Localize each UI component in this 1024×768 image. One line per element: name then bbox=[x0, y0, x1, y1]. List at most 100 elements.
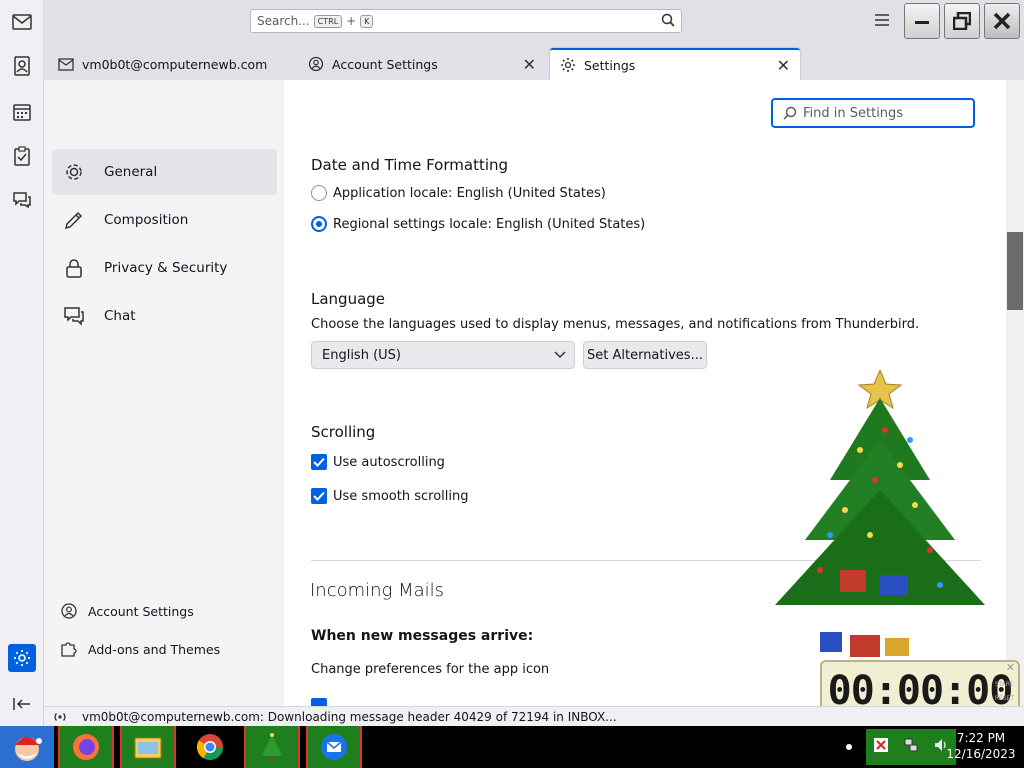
restore-button[interactable] bbox=[944, 3, 980, 39]
sidebar-item-composition[interactable]: Composition bbox=[52, 197, 277, 243]
shortcut-k: K bbox=[360, 14, 374, 28]
tab-account-settings[interactable]: Account Settings ✕ bbox=[298, 48, 546, 80]
firefox-taskbar-button[interactable] bbox=[58, 726, 114, 768]
global-search-input[interactable]: Search... CTRL + K bbox=[250, 9, 682, 33]
language-selected-value: English (US) bbox=[322, 347, 401, 363]
scrolling-heading: Scrolling bbox=[311, 423, 376, 441]
timer-side-labels: START RESET bbox=[995, 678, 1014, 706]
shortcut-plus: + bbox=[346, 14, 357, 28]
lock-icon bbox=[62, 256, 86, 280]
puzzle-icon bbox=[60, 640, 78, 658]
sidebar-item-general[interactable]: General bbox=[52, 149, 277, 195]
search-icon bbox=[661, 13, 675, 30]
thunderbird-taskbar-button[interactable] bbox=[306, 726, 362, 768]
collapse-toolbar-icon[interactable] bbox=[8, 690, 36, 718]
file-explorer-taskbar-button[interactable] bbox=[120, 726, 176, 768]
sidebar-link-account-settings[interactable]: Account Settings bbox=[60, 602, 194, 620]
language-heading: Language bbox=[311, 290, 386, 308]
tab-label: Settings bbox=[584, 57, 636, 73]
account-settings-icon bbox=[60, 602, 78, 620]
sidebar-item-label: Chat bbox=[104, 308, 136, 324]
title-bar: Search... CTRL + K bbox=[44, 0, 1024, 44]
address-book-icon[interactable] bbox=[8, 52, 36, 80]
sidebar-link-label: Add-ons and Themes bbox=[88, 641, 221, 657]
new-messages-heading: When new messages arrive: bbox=[311, 628, 534, 644]
app-icon-preferences-text: Change preferences for the app icon bbox=[311, 662, 550, 677]
date-time-heading: Date and Time Formatting bbox=[311, 156, 509, 174]
sidebar-item-label: General bbox=[104, 164, 158, 180]
clock-date: 12/16/2023 bbox=[946, 747, 1016, 761]
settings-sidebar: General Composition Privacy & Security C… bbox=[44, 80, 284, 706]
mail-folder-icon bbox=[58, 57, 74, 71]
account-settings-icon bbox=[308, 56, 324, 72]
scrollbar-thumb[interactable] bbox=[1007, 232, 1023, 310]
app-menu-icon[interactable] bbox=[870, 10, 894, 34]
pencil-icon bbox=[62, 208, 86, 232]
tab-mail[interactable]: vm0b0t@computernewb.com bbox=[48, 48, 288, 80]
radio-regional-locale[interactable]: Regional settings locale: English (Unite… bbox=[311, 216, 645, 232]
checkbox-checked[interactable] bbox=[311, 488, 327, 504]
incoming-mails-heading: Incoming Mails bbox=[310, 580, 445, 601]
taskbar: 7:22 PM 12/16/2023 bbox=[0, 726, 1024, 768]
tab-settings[interactable]: Settings ✕ bbox=[550, 48, 800, 80]
find-in-settings-input[interactable]: Find in Settings bbox=[771, 98, 975, 128]
checkbox-smooth-scrolling[interactable]: Use smooth scrolling bbox=[311, 488, 469, 504]
tasks-icon[interactable] bbox=[8, 142, 36, 170]
find-placeholder: Find in Settings bbox=[803, 105, 904, 121]
tab-bar: vm0b0t@computernewb.com Account Settings… bbox=[44, 44, 1024, 80]
radio-label: Regional settings locale: English (Unite… bbox=[333, 216, 646, 232]
timer-start-label: START bbox=[994, 681, 1014, 688]
radio-label: Application locale: English (United Stat… bbox=[333, 185, 606, 201]
radio-button[interactable] bbox=[311, 185, 327, 201]
tab-label: vm0b0t@computernewb.com bbox=[82, 56, 268, 72]
radio-application-locale[interactable]: Application locale: English (United Stat… bbox=[311, 185, 606, 201]
radio-button-selected[interactable] bbox=[311, 216, 327, 232]
activity-icon bbox=[52, 711, 68, 723]
chat-icon[interactable] bbox=[8, 186, 36, 214]
start-button[interactable] bbox=[0, 726, 54, 768]
sidebar-item-privacy-security[interactable]: Privacy & Security bbox=[52, 245, 277, 291]
set-alternatives-button[interactable]: Set Alternatives... bbox=[583, 341, 707, 369]
checkbox-checked[interactable] bbox=[311, 698, 327, 706]
chat-icon bbox=[62, 304, 86, 328]
network-icon[interactable] bbox=[903, 737, 919, 757]
sidebar-link-addons-themes[interactable]: Add-ons and Themes bbox=[60, 640, 220, 658]
tray-indicator-dot bbox=[846, 744, 852, 750]
sidebar-link-label: Account Settings bbox=[88, 603, 194, 619]
security-alert-icon[interactable] bbox=[873, 737, 889, 757]
christmas-tree-decoration bbox=[775, 370, 985, 657]
chevron-down-icon bbox=[554, 351, 566, 359]
checkbox-autoscrolling[interactable]: Use autoscrolling bbox=[311, 454, 445, 470]
status-bar: vm0b0t@computernewb.com: Downloading mes… bbox=[44, 706, 1024, 726]
minimize-button[interactable] bbox=[904, 3, 940, 39]
sidebar-item-label: Privacy & Security bbox=[104, 260, 228, 276]
chrome-taskbar-button[interactable] bbox=[182, 726, 238, 768]
sidebar-item-chat[interactable]: Chat bbox=[52, 293, 277, 339]
christmas-tree-taskbar-button[interactable] bbox=[244, 726, 300, 768]
shortcut-ctrl: CTRL bbox=[313, 14, 343, 28]
language-description: Choose the languages used to display men… bbox=[311, 317, 920, 332]
language-select[interactable]: English (US) bbox=[311, 341, 575, 369]
taskbar-clock[interactable]: 7:22 PM 12/16/2023 bbox=[942, 730, 1020, 762]
checkbox-label: Use autoscrolling bbox=[333, 454, 445, 470]
content-scrollbar[interactable] bbox=[1006, 80, 1024, 706]
calendar-icon[interactable] bbox=[8, 98, 36, 126]
spaces-toolbar bbox=[0, 0, 44, 726]
checkbox-label: Use smooth scrolling bbox=[333, 488, 469, 504]
settings-gear-icon[interactable] bbox=[8, 644, 36, 672]
tab-label: Account Settings bbox=[332, 56, 438, 72]
gear-icon bbox=[560, 57, 576, 73]
close-window-button[interactable] bbox=[984, 3, 1020, 39]
close-icon[interactable]: ✕ bbox=[1006, 661, 1015, 674]
timer-reset-label: RESET bbox=[994, 695, 1014, 702]
close-tab-icon[interactable]: ✕ bbox=[523, 55, 536, 74]
search-placeholder: Search... bbox=[257, 14, 310, 28]
close-tab-icon[interactable]: ✕ bbox=[777, 56, 790, 75]
status-text: vm0b0t@computernewb.com: Downloading mes… bbox=[82, 709, 617, 724]
checkbox-checked[interactable] bbox=[311, 454, 327, 470]
sidebar-item-label: Composition bbox=[104, 212, 189, 228]
mail-icon[interactable] bbox=[8, 8, 36, 36]
gear-icon bbox=[62, 160, 86, 184]
clock-time: 7:22 PM bbox=[956, 731, 1006, 745]
search-icon bbox=[783, 106, 797, 120]
